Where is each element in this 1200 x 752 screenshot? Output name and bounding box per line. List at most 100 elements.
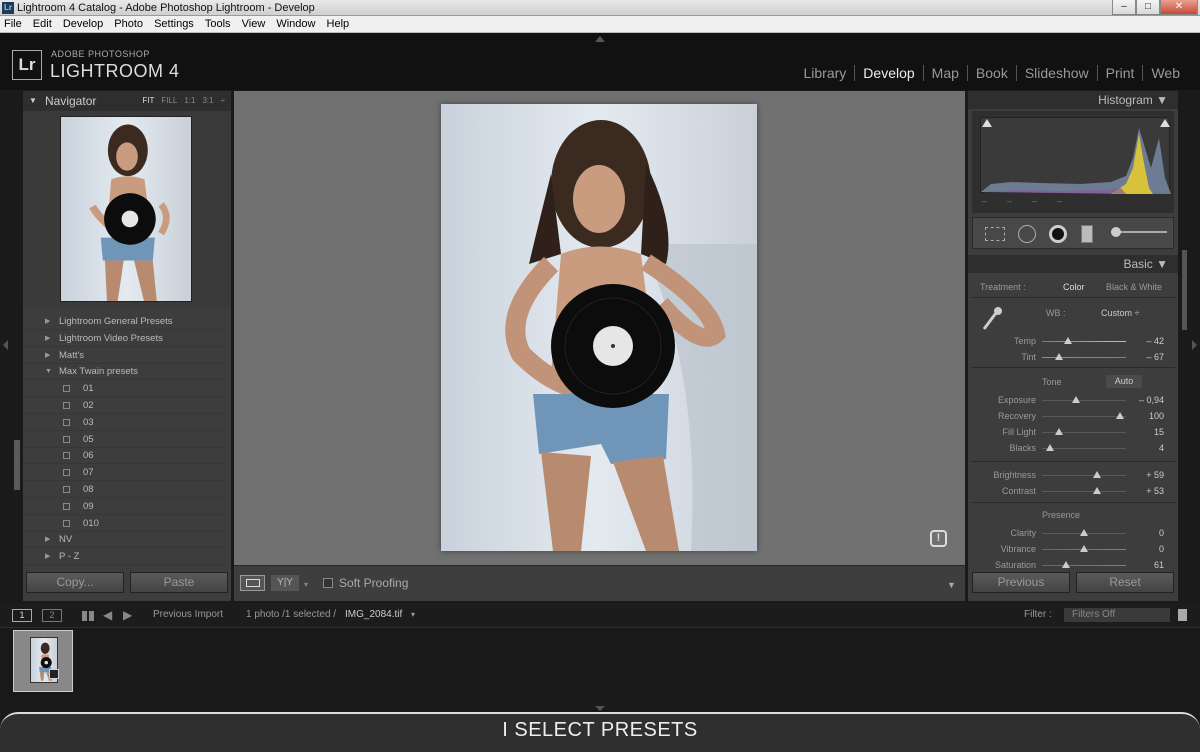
slider-track[interactable] <box>1042 448 1126 449</box>
preset-row[interactable]: 09 <box>23 498 228 515</box>
preset-row[interactable]: ▼ Max Twain presets <box>23 363 228 381</box>
menu-photo[interactable]: Photo <box>114 18 143 30</box>
module-library[interactable]: Library <box>796 65 855 81</box>
paste-button[interactable]: Paste <box>130 572 228 593</box>
top-panel-toggle-icon[interactable] <box>595 36 605 42</box>
collapsed-triangle-icon[interactable]: ▶ <box>45 548 50 565</box>
left-panel-toggle-icon[interactable] <box>3 340 8 350</box>
minimize-button[interactable]: – <box>1112 0 1136 15</box>
slider-knob[interactable] <box>1054 353 1063 360</box>
module-web[interactable]: Web <box>1142 65 1188 81</box>
menu-window[interactable]: Window <box>276 18 315 30</box>
preset-row[interactable]: 03 <box>23 414 228 431</box>
slider-knob[interactable] <box>1116 412 1125 419</box>
preset-row[interactable]: ▶ Lightroom General Presets <box>23 313 228 330</box>
module-book[interactable]: Book <box>966 65 1016 81</box>
module-develop[interactable]: Develop <box>854 65 923 81</box>
filter-lock-icon[interactable] <box>1178 609 1187 621</box>
bottom-panel-toggle-icon[interactable] <box>595 706 605 711</box>
collapsed-triangle-icon[interactable]: ▶ <box>45 531 50 548</box>
navigator-header[interactable]: ▼ Navigator FIT FILL 1:1 3:1 ÷ <box>23 91 231 111</box>
menu-settings[interactable]: Settings <box>154 18 194 30</box>
slider-value[interactable]: 100 <box>1149 408 1164 424</box>
slider-value[interactable]: 0 <box>1159 541 1164 557</box>
preset-row[interactable]: ▶ Matt's <box>23 347 228 364</box>
slider-knob[interactable] <box>1093 471 1102 478</box>
slider-temp[interactable]: Temp – 42 <box>968 333 1178 349</box>
slider-recovery[interactable]: Recovery 100 <box>968 408 1178 424</box>
slider-vibrance[interactable]: Vibrance 0 <box>968 541 1178 557</box>
slider-value[interactable]: – 42 <box>1146 333 1164 349</box>
right-scrollbar[interactable] <box>1182 250 1187 330</box>
screen-1-button[interactable]: 1 <box>12 609 32 622</box>
menu-view[interactable]: View <box>242 18 266 30</box>
zoom-fit[interactable]: FIT <box>142 96 154 105</box>
preset-row[interactable]: ▶ P - Z <box>23 548 228 566</box>
maximize-button[interactable]: □ <box>1136 0 1160 15</box>
reset-button[interactable]: Reset <box>1076 572 1174 593</box>
slider-blacks[interactable]: Blacks 4 <box>968 440 1178 456</box>
slider-contrast[interactable]: Contrast + 53 <box>968 483 1178 499</box>
zoom-fill[interactable]: FILL <box>161 96 177 105</box>
soft-proofing-checkbox[interactable] <box>323 578 333 588</box>
slider-knob[interactable] <box>1072 396 1081 403</box>
grid-view-icon[interactable] <box>82 611 94 621</box>
navigator-preview[interactable] <box>23 111 231 307</box>
close-button[interactable]: ✕ <box>1160 0 1198 15</box>
collapsed-triangle-icon[interactable]: ▶ <box>45 347 50 364</box>
slider-knob[interactable] <box>1061 561 1070 568</box>
filter-dropdown[interactable]: Filters Off <box>1064 608 1170 622</box>
preset-row[interactable]: 010 <box>23 515 228 532</box>
preset-row[interactable]: 06 <box>23 447 228 465</box>
collapsed-triangle-icon[interactable]: ▶ <box>45 313 50 330</box>
slider-saturation[interactable]: Saturation 61 <box>968 557 1178 573</box>
warning-icon[interactable]: ! <box>930 530 947 547</box>
slider-value[interactable]: – 0,94 <box>1139 392 1164 408</box>
preset-row[interactable]: 01 <box>23 380 228 398</box>
slider-exposure[interactable]: Exposure – 0,94 <box>968 392 1178 408</box>
module-slideshow[interactable]: Slideshow <box>1015 65 1097 81</box>
slider-knob[interactable] <box>1046 444 1055 451</box>
preset-row[interactable]: 08 <box>23 481 228 498</box>
filmstrip-thumbnail[interactable] <box>13 630 73 692</box>
zoom-1-1[interactable]: 1:1 <box>184 96 195 105</box>
slider-value[interactable]: 0 <box>1159 525 1164 541</box>
slider-value[interactable]: 61 <box>1154 557 1164 573</box>
right-panel-toggle-icon[interactable] <box>1192 340 1197 350</box>
forward-arrow-icon[interactable]: ▶ <box>123 603 132 627</box>
menu-develop[interactable]: Develop <box>63 18 103 30</box>
slider-fill-light[interactable]: Fill Light 15 <box>968 424 1178 440</box>
slider-value[interactable]: 15 <box>1154 424 1164 440</box>
slider-track[interactable] <box>1042 475 1126 476</box>
slider-track[interactable] <box>1042 341 1126 342</box>
filename-dropdown-icon[interactable]: ▾ <box>411 603 415 627</box>
preset-row[interactable]: 05 <box>23 431 228 448</box>
zoom-3-1[interactable]: 3:1 <box>202 96 213 105</box>
source-label[interactable]: Previous Import <box>153 603 223 627</box>
menu-help[interactable]: Help <box>327 18 350 30</box>
filename[interactable]: IMG_2084.tif <box>345 603 402 627</box>
preset-row[interactable]: ▶ Lightroom Video Presets <box>23 330 228 347</box>
view-dropdown-icon[interactable]: ▾ <box>304 580 308 589</box>
menu-file[interactable]: File <box>4 18 22 30</box>
expanded-triangle-icon[interactable]: ▼ <box>45 363 52 380</box>
module-map[interactable]: Map <box>922 65 967 81</box>
slider-value[interactable]: – 67 <box>1146 349 1164 365</box>
previous-button[interactable]: Previous <box>972 572 1070 593</box>
back-arrow-icon[interactable]: ◀ <box>103 603 112 627</box>
slider-value[interactable]: + 59 <box>1146 467 1164 483</box>
slider-knob[interactable] <box>1064 337 1073 344</box>
menu-tools[interactable]: Tools <box>205 18 231 30</box>
slider-knob[interactable] <box>1054 428 1063 435</box>
menu-edit[interactable]: Edit <box>33 18 52 30</box>
screen-2-button[interactable]: 2 <box>42 609 62 622</box>
slider-brightness[interactable]: Brightness + 59 <box>968 467 1178 483</box>
preset-row[interactable]: 02 <box>23 397 228 414</box>
zoom-stepper-icon[interactable]: ÷ <box>221 96 225 105</box>
slider-track[interactable] <box>1042 491 1126 492</box>
left-scrollbar[interactable] <box>14 440 20 490</box>
slider-knob[interactable] <box>1080 529 1088 536</box>
slider-value[interactable]: + 53 <box>1146 483 1164 499</box>
copy-button[interactable]: Copy... <box>26 572 124 593</box>
slider-tint[interactable]: Tint – 67 <box>968 349 1178 365</box>
